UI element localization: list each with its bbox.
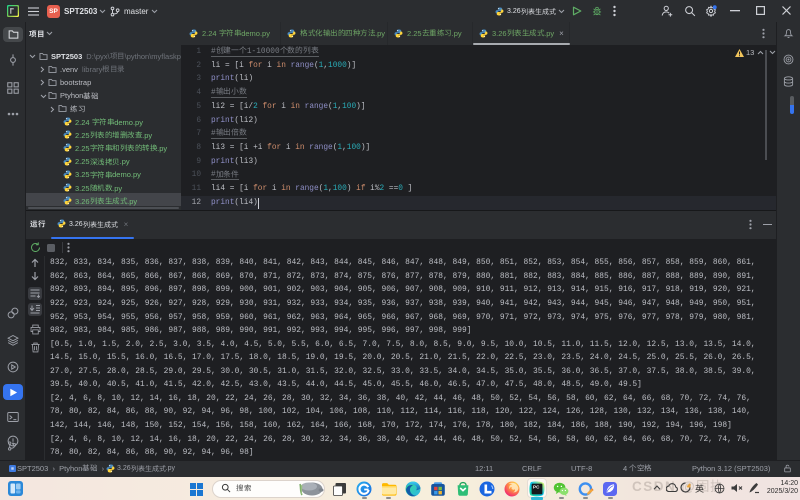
svg-text:PC: PC [533,485,540,490]
